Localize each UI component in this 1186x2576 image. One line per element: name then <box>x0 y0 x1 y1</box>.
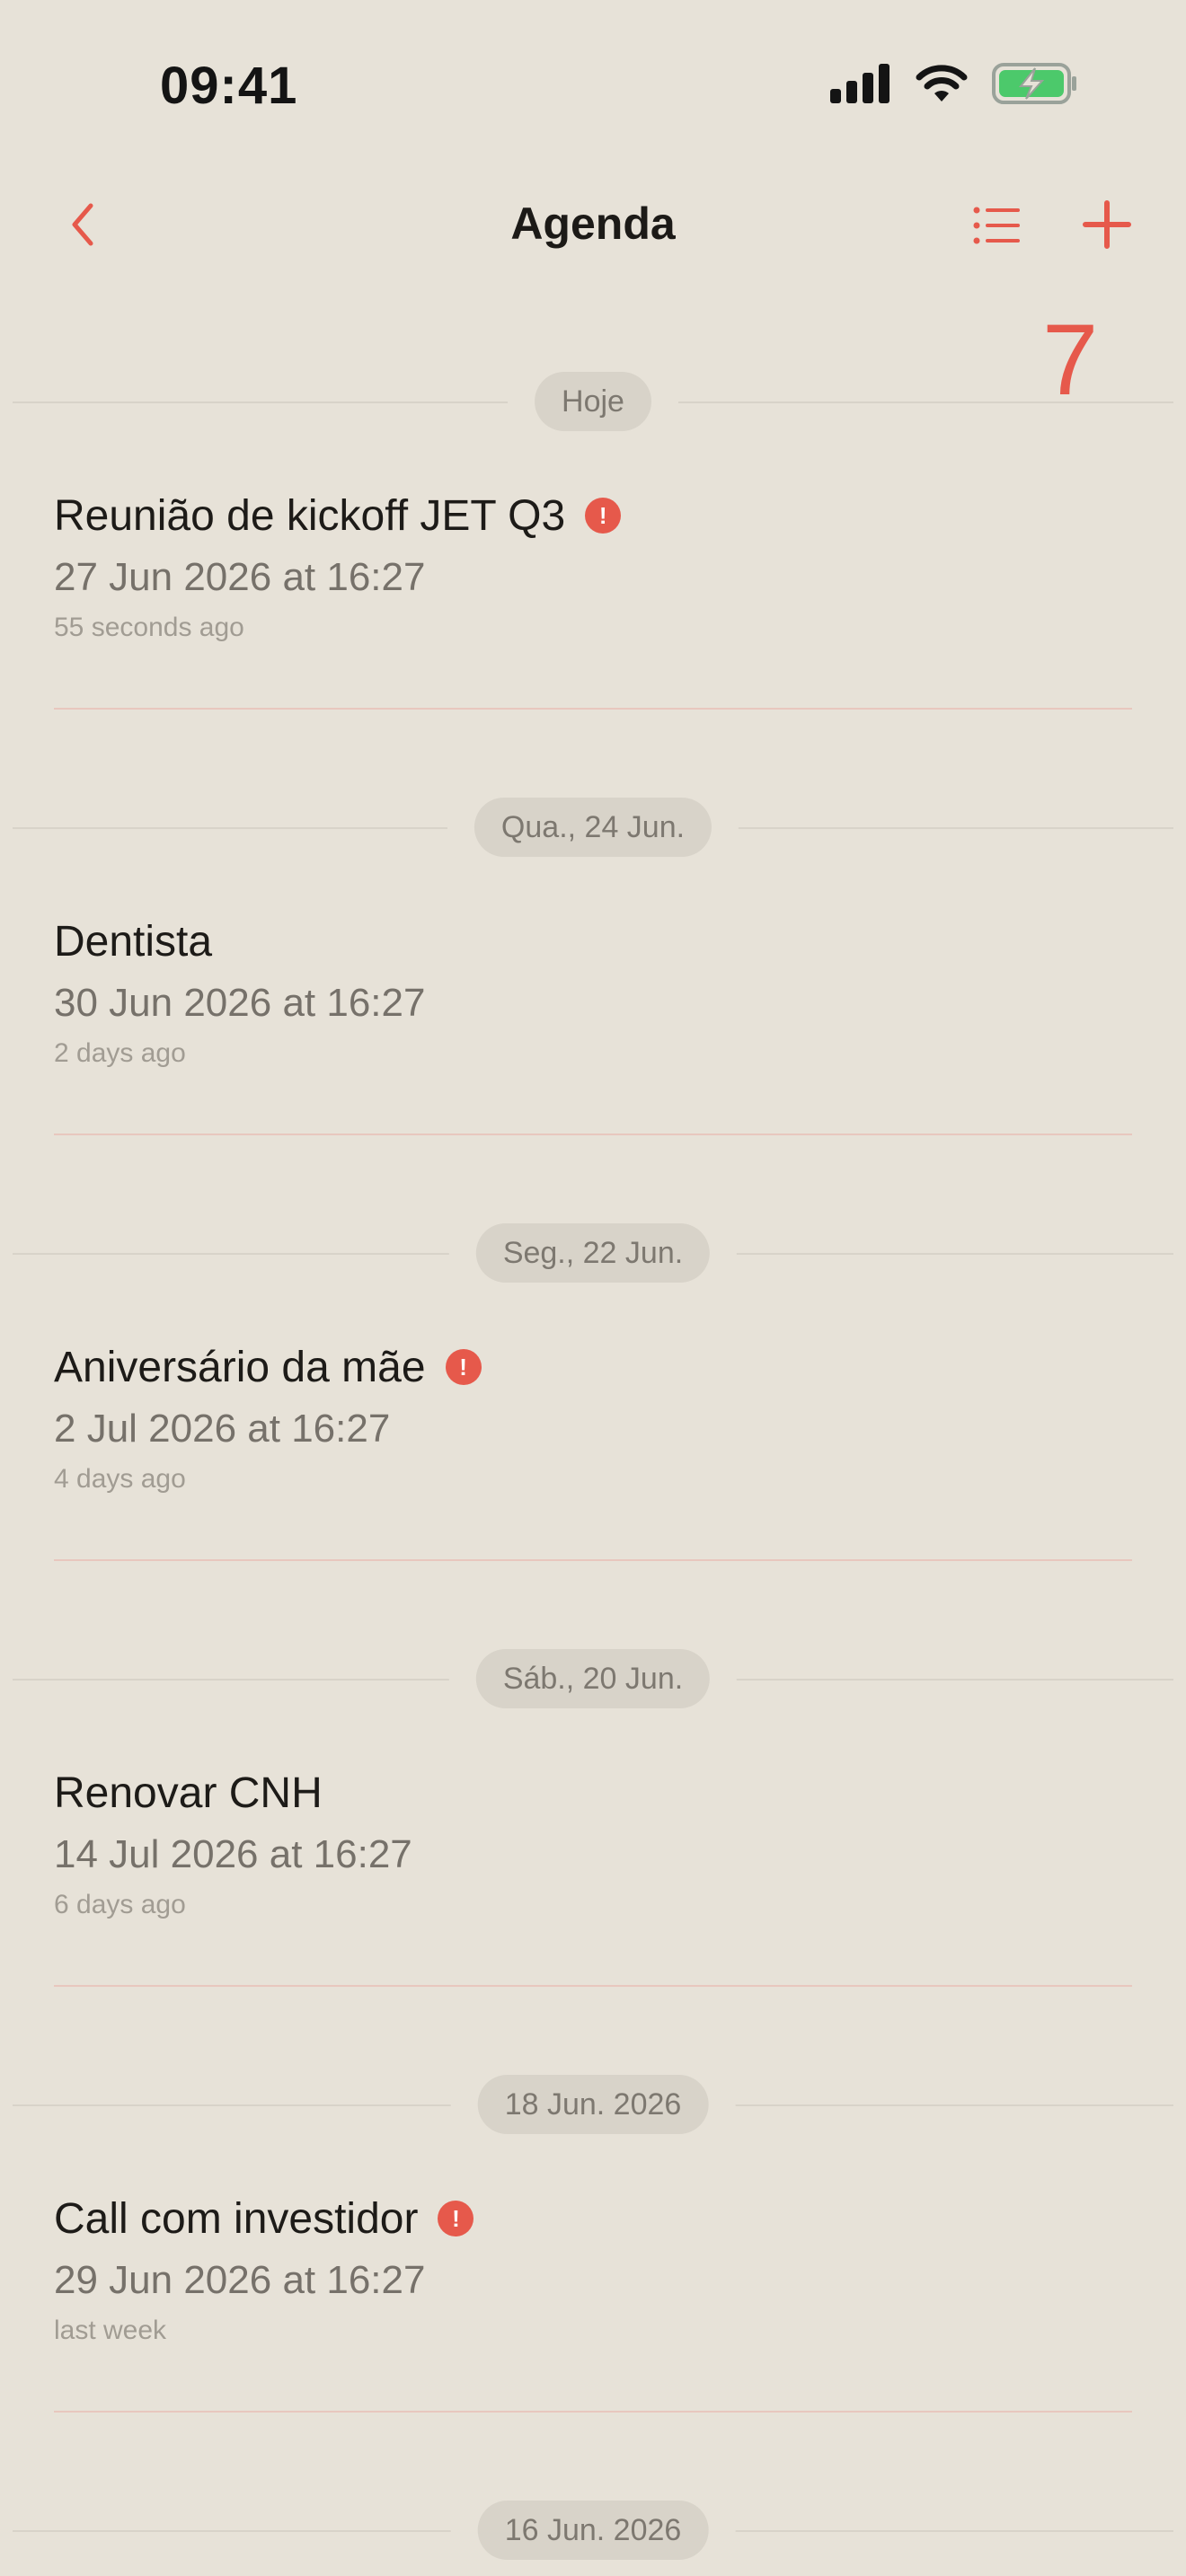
section-date-pill: Qua., 24 Jun. <box>474 798 712 857</box>
event-relative-time: last week <box>54 2316 167 2345</box>
event-date: 27 Jun 2026 at 16:27 <box>54 555 426 599</box>
event-item[interactable]: Renovar CNH 14 Jul 2026 at 16:27 6 days … <box>54 1766 1132 1920</box>
section-header: Qua., 24 Jun. <box>13 798 1173 857</box>
event-relative-time: 55 seconds ago <box>54 613 244 642</box>
exclamation-circle-icon: ! <box>438 2201 474 2236</box>
event-date: 2 Jul 2026 at 16:27 <box>54 1407 391 1451</box>
section-date-pill: Seg., 22 Jun. <box>475 1223 711 1283</box>
section-date-pill: 16 Jun. 2026 <box>477 2501 709 2560</box>
exclamation-circle-icon: ! <box>585 498 622 534</box>
section-header: Hoje <box>13 372 1173 431</box>
add-event-button[interactable] <box>1080 198 1134 251</box>
nav-bar: Agenda <box>0 171 1186 278</box>
event-item[interactable]: Dentista 30 Jun 2026 at 16:27 2 days ago <box>54 914 1132 1069</box>
cellular-signal-icon <box>830 64 890 103</box>
event-date: 30 Jun 2026 at 16:27 <box>54 981 426 1025</box>
event-title: Reunião de kickoff JET Q3 <box>54 491 566 540</box>
event-title-row: Reunião de kickoff JET Q3 ! <box>54 489 1132 543</box>
event-title-row: Dentista <box>54 914 1132 968</box>
event-item[interactable]: Reunião de kickoff JET Q3 ! 27 Jun 2026 … <box>54 489 1132 643</box>
section-header: Seg., 22 Jun. <box>13 1223 1173 1283</box>
event-relative-time: 2 days ago <box>54 1038 186 1068</box>
event-title-row: Aniversário da mãe ! <box>54 1340 1132 1394</box>
event-date: 29 Jun 2026 at 16:27 <box>54 2258 426 2302</box>
event-separator <box>54 1985 1132 1987</box>
battery-charging-icon <box>992 63 1076 104</box>
section-date-pill: Sáb., 20 Jun. <box>475 1649 711 1708</box>
event-title: Call com investidor <box>54 2194 419 2243</box>
section-date-pill: 18 Jun. 2026 <box>477 2075 709 2134</box>
exclamation-circle-icon: ! <box>445 1349 482 1385</box>
status-icons <box>830 63 1078 104</box>
section-header: Sáb., 20 Jun. <box>13 1649 1173 1708</box>
event-date: 14 Jul 2026 at 16:27 <box>54 1832 412 1876</box>
event-title: Renovar CNH <box>54 1769 323 1817</box>
list-view-button[interactable] <box>972 203 1022 248</box>
event-separator <box>54 2411 1132 2413</box>
wifi-icon <box>916 65 968 101</box>
event-separator <box>54 1134 1132 1135</box>
plus-icon <box>1083 200 1131 249</box>
event-title-row: Renovar CNH <box>54 1766 1132 1820</box>
section-date-pill: Hoje <box>535 372 651 431</box>
event-title: Dentista <box>54 917 213 966</box>
event-item[interactable]: Aniversário da mãe ! 2 Jul 2026 at 16:27… <box>54 1340 1132 1495</box>
event-separator <box>54 708 1132 710</box>
event-separator <box>54 1559 1132 1561</box>
section-header: 16 Jun. 2026 <box>13 2501 1173 2560</box>
event-title-row: Call com investidor ! <box>54 2192 1132 2245</box>
list-icon <box>973 207 1020 244</box>
status-bar: 09:41 <box>0 0 1186 171</box>
event-relative-time: 4 days ago <box>54 1464 186 1494</box>
event-title: Aniversário da mãe <box>54 1343 426 1391</box>
event-relative-time: 6 days ago <box>54 1890 186 1919</box>
section-header: 18 Jun. 2026 <box>13 2075 1173 2134</box>
event-item[interactable]: Call com investidor ! 29 Jun 2026 at 16:… <box>54 2192 1132 2346</box>
status-time: 09:41 <box>160 57 298 115</box>
